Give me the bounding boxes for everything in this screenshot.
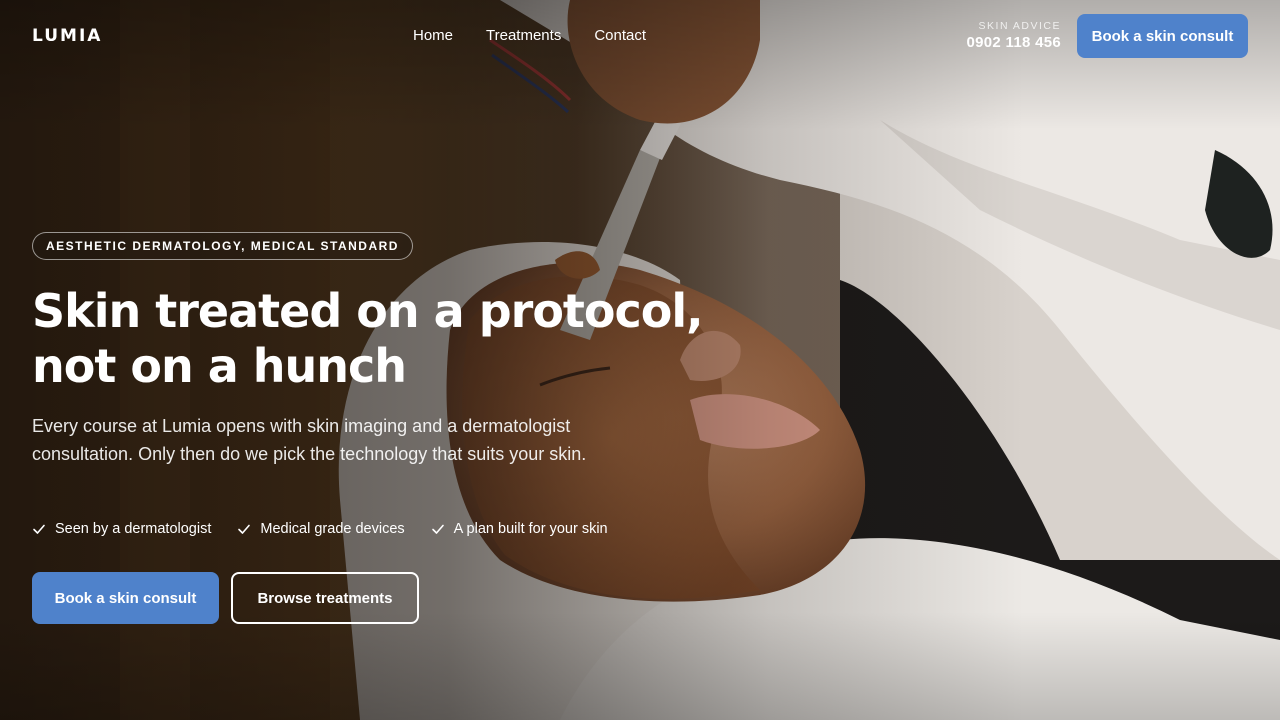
hero-section: LUMIA Home Treatments Contact SKIN ADVIC… [0,0,1280,720]
header-book-consult-button[interactable]: Book a skin consult [1077,14,1248,58]
checklist-item-label: A plan built for your skin [453,521,608,537]
browse-treatments-button[interactable]: Browse treatments [231,572,419,624]
hero-headline-line-2: not on a hunch [32,339,407,393]
main-nav: Home Treatments Contact [413,27,646,44]
checklist-item: Seen by a dermatologist [32,521,211,537]
nav-home[interactable]: Home [413,27,453,44]
checklist-item-label: Seen by a dermatologist [55,521,212,537]
hero-headline: Skin treated on a protocol, not on a hun… [32,284,732,394]
skin-advice-label: SKIN ADVICE [978,20,1061,32]
hero-description: Every course at Lumia opens with skin im… [32,416,587,464]
nav-treatments[interactable]: Treatments [486,27,561,44]
checklist-item: Medical grade devices [237,521,405,537]
skin-advice-contact: SKIN ADVICE 0902 118 456 [966,20,1061,51]
checklist-item-label: Medical grade devices [260,521,405,537]
hero-badge: AESTHETIC DERMATOLOGY, MEDICAL STANDARD [32,232,413,260]
nav-contact[interactable]: Contact [594,27,646,44]
phone-number-link[interactable]: 0902 118 456 [966,34,1061,51]
hero-headline-line-1: Skin treated on a protocol, [32,284,704,338]
check-icon [238,524,251,534]
check-icon [431,524,444,534]
hero-checklist: Seen by a dermatologist Medical grade de… [32,521,608,537]
book-consult-button[interactable]: Book a skin consult [32,572,219,624]
checklist-item: A plan built for your skin [431,521,608,537]
check-icon [33,524,45,534]
brand-logo[interactable]: LUMIA [32,26,102,46]
